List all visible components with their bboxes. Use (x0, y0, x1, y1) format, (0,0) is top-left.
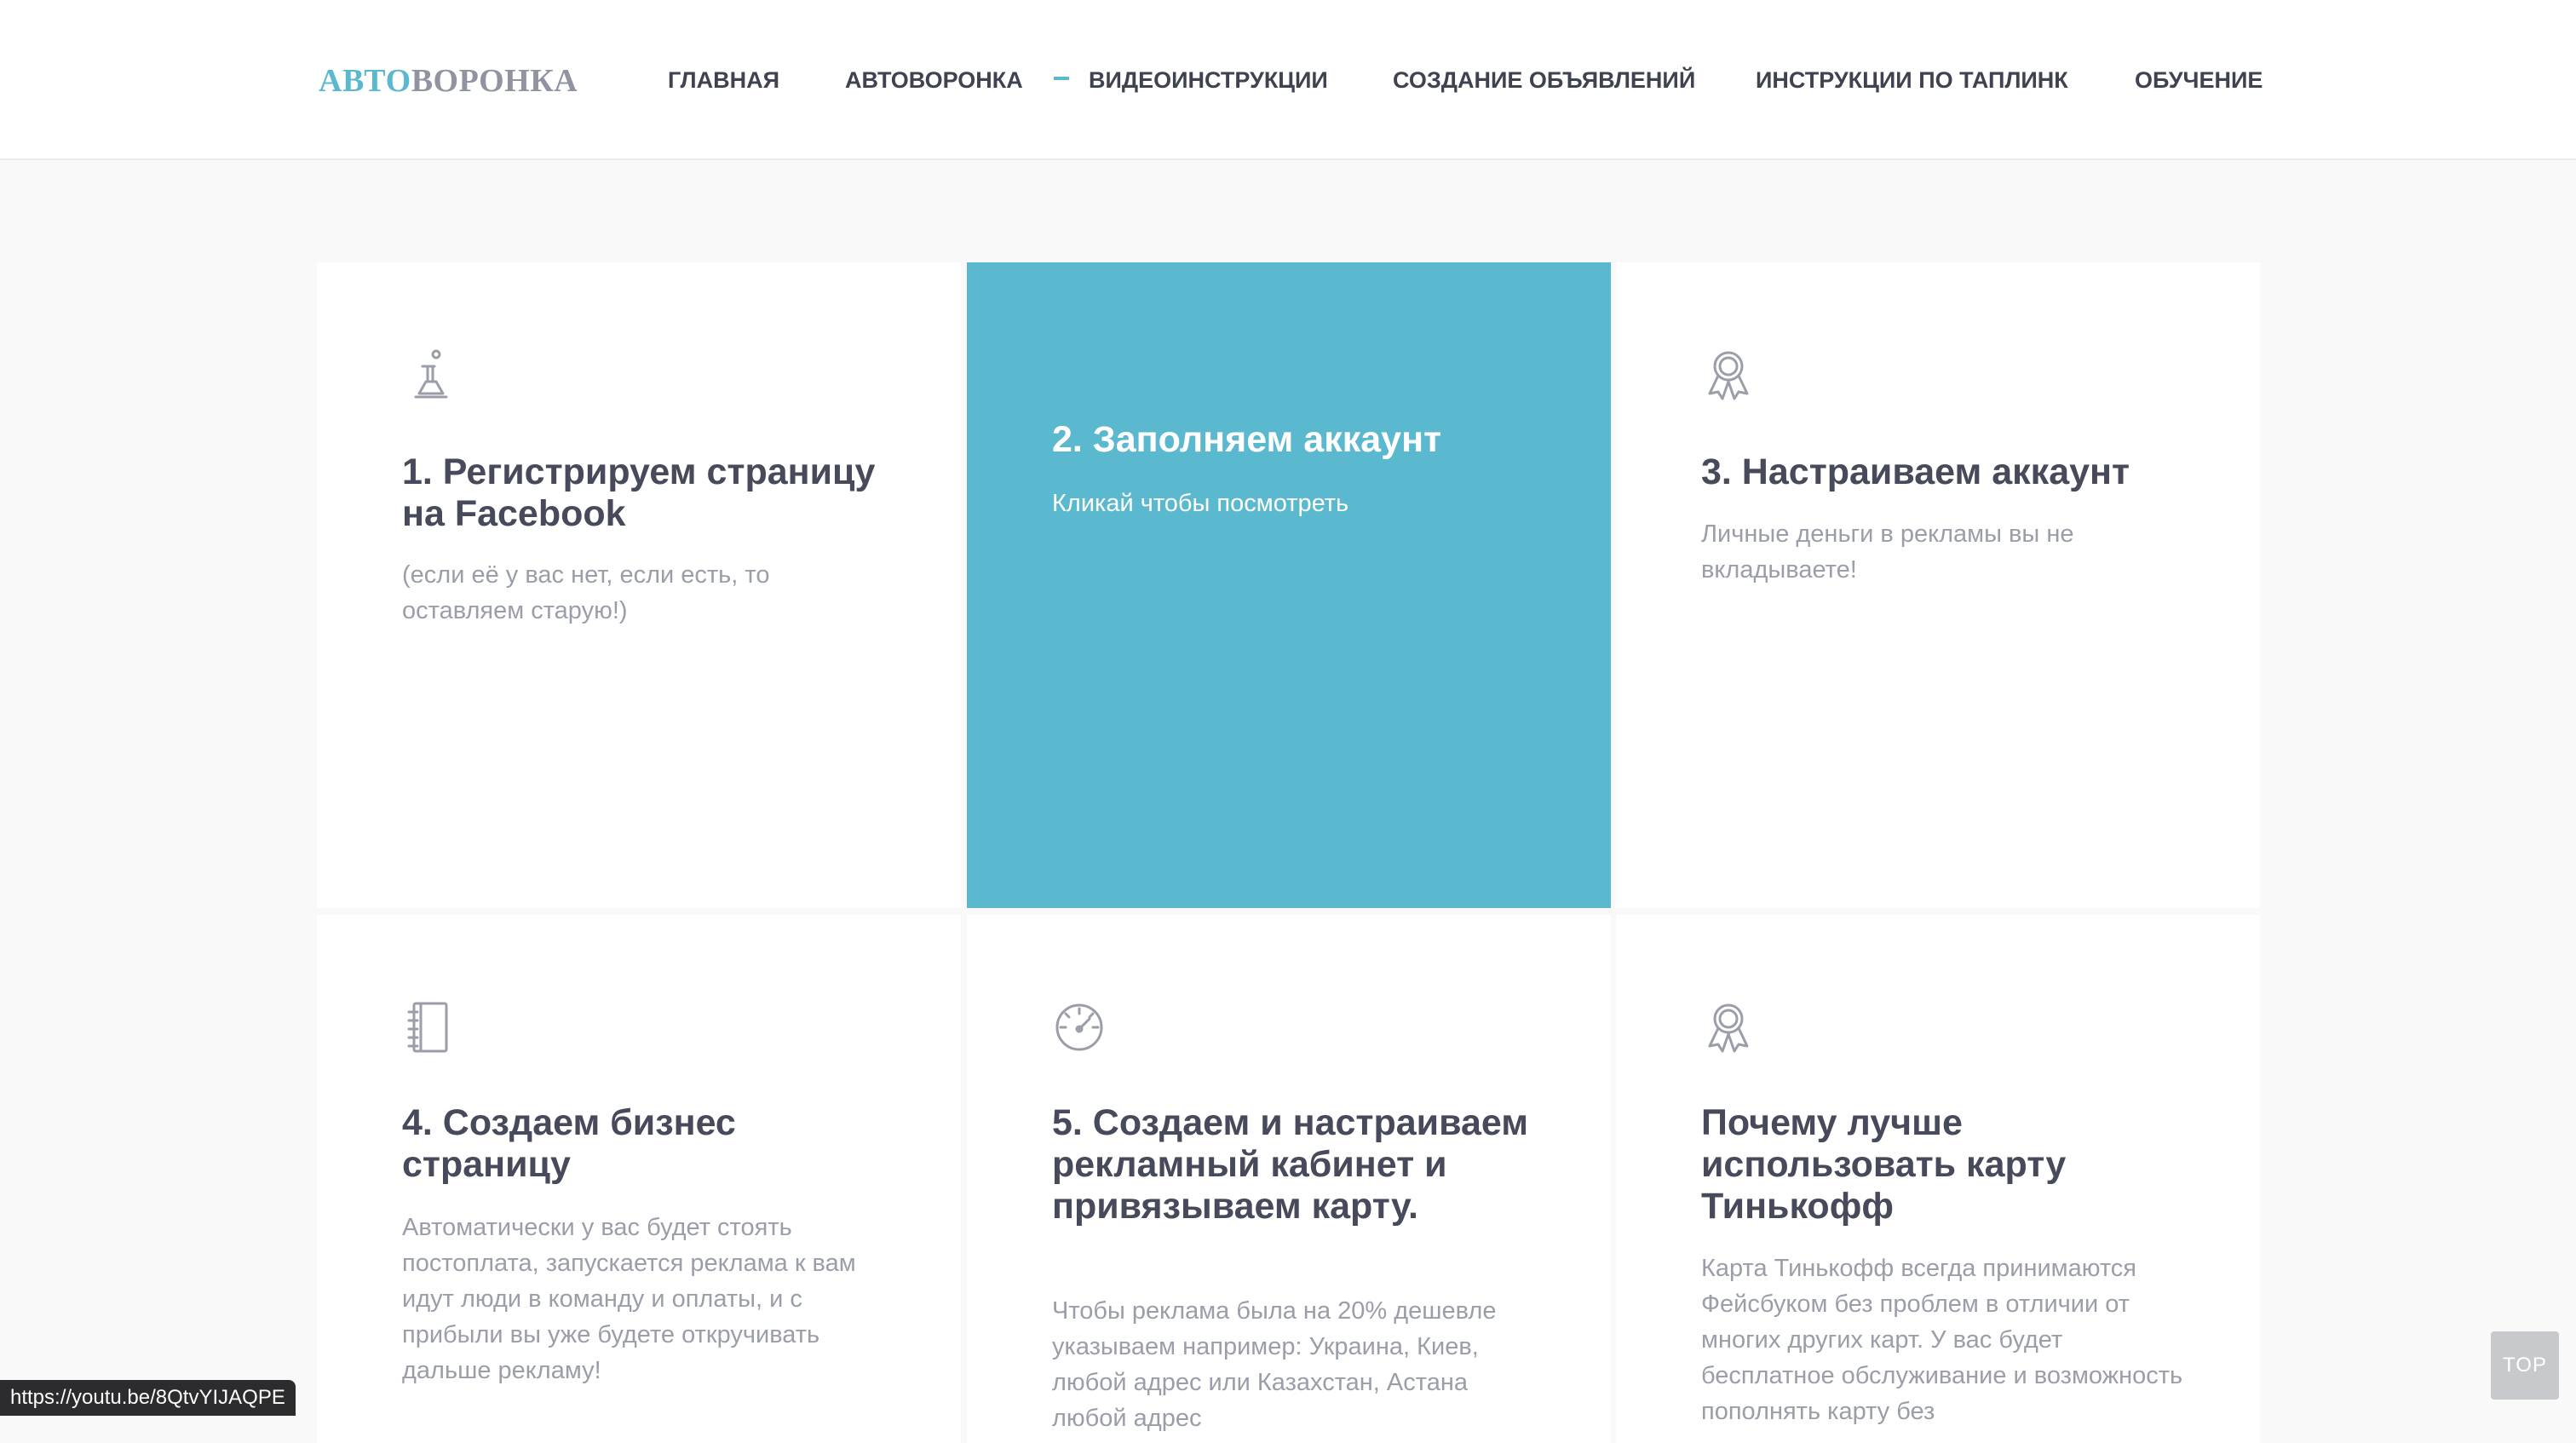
nav-item-autofunnel[interactable]: АВТОВОРОНКА (845, 63, 1023, 97)
step-card-description: (если её у вас нет, если есть, то оставл… (402, 561, 770, 624)
step-card-description: Чтобы реклама была на 20% дешевле указыв… (1052, 1297, 1497, 1432)
step-card-6[interactable]: Почему лучше использовать карту Тинькофф… (1616, 915, 2260, 1443)
step-card-title: 1. Регистрируем страницу на Facebook (402, 451, 876, 534)
nav-item-video-instructions[interactable]: ВИДЕОИНСТРУКЦИИ (1089, 63, 1328, 97)
step-card-title: Почему лучше использовать карту Тинькофф (1701, 1102, 2067, 1227)
step-card-description: Кликай чтобы посмотреть (1052, 490, 1349, 517)
nav-item-training[interactable]: ОБУЧЕНИЕ (2135, 63, 2263, 97)
step-card-title: 5. Создаем и настраиваем рекламный кабин… (1052, 1102, 1529, 1227)
step-card-1[interactable]: 1. Регистрируем страницу на Facebook (ес… (317, 262, 961, 908)
step-card-title: 2. Заполняем аккаунт (1052, 419, 1442, 460)
scroll-to-top-button[interactable]: TOP (2491, 1331, 2559, 1400)
active-nav-indicator (1054, 77, 1069, 80)
award-ribbon-icon (1701, 1000, 1756, 1055)
step-card-description: Личные деньги в рекламы вы не вкладывает… (1701, 520, 2074, 584)
step-card-3[interactable]: 3. Настраиваем аккаунт Личные деньги в р… (1616, 262, 2260, 908)
site-header: АВТОВОРОНКА ГЛАВНАЯ АВТОВОРОНКА ВИДЕОИНС… (0, 0, 2576, 160)
logo-part-2: ВОРОНКА (411, 63, 578, 99)
step-card-description: Карта Тинькофф всегда принимаются Фейсбу… (1701, 1255, 2183, 1425)
status-bar-url: https://youtu.be/8QtvYIJAQPE (0, 1380, 296, 1416)
nav-item-home[interactable]: ГЛАВНАЯ (668, 63, 779, 97)
site-logo[interactable]: АВТОВОРОНКА (319, 61, 578, 101)
nav-item-create-ads[interactable]: СОЗДАНИЕ ОБЪЯВЛЕНИЙ (1393, 63, 1695, 97)
step-card-title: 4. Создаем бизнес страницу (402, 1102, 736, 1185)
step-card-2[interactable]: 2. Заполняем аккаунт Кликай чтобы посмот… (967, 262, 1611, 908)
step-card-description: Автоматически у вас будет стоять постопл… (402, 1214, 856, 1384)
nav-item-taplink-instructions[interactable]: ИНСТРУКЦИИ ПО ТАПЛИНК (1756, 63, 2068, 97)
step-card-5[interactable]: 5. Создаем и настраиваем рекламный кабин… (967, 915, 1611, 1443)
notebook-icon (402, 1000, 457, 1055)
logo-part-1: АВТО (319, 63, 411, 99)
award-ribbon-icon (1701, 348, 1756, 402)
step-card-4[interactable]: 4. Создаем бизнес страницу Автоматически… (317, 915, 961, 1443)
speedometer-icon (1052, 1000, 1107, 1055)
step-card-title: 3. Настраиваем аккаунт (1701, 451, 2130, 492)
chess-pawn-icon (402, 348, 457, 402)
